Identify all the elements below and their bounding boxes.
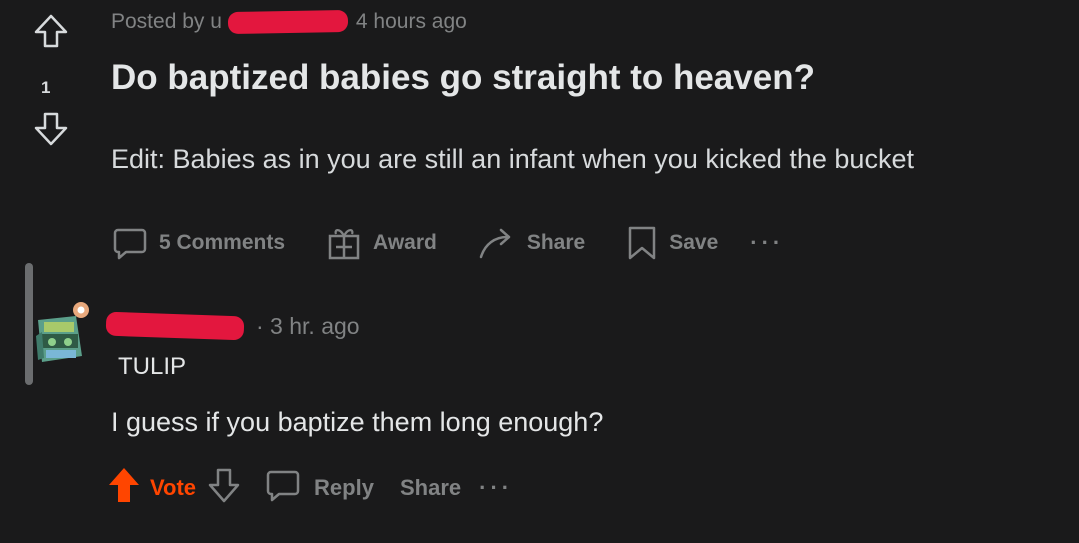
comment-icon — [111, 224, 149, 262]
share-arrow-icon — [477, 224, 517, 262]
save-label: Save — [669, 231, 719, 254]
share-label: Share — [526, 231, 586, 254]
post-meta: Posted by u 4 hours ago — [111, 8, 467, 36]
award-label: Award — [373, 231, 437, 254]
post-score: 1 — [41, 78, 51, 97]
comment-time: · 3 hr. ago — [256, 312, 360, 339]
avatar[interactable] — [32, 296, 94, 368]
username-redaction — [227, 9, 349, 35]
share-button[interactable]: Share — [477, 224, 585, 262]
posted-by-label: Posted by u — [111, 10, 222, 33]
comment-share-button[interactable]: Share — [400, 475, 461, 501]
post-vote-column: 1 — [18, 10, 78, 160]
comment-icon — [264, 466, 302, 510]
share-label: Share — [399, 475, 462, 500]
gift-icon — [325, 224, 363, 262]
post-title[interactable]: Do baptized babies go straight to heaven… — [111, 58, 815, 98]
downvote-arrow-icon[interactable] — [32, 110, 70, 148]
user-flair: TULIP — [118, 353, 187, 380]
reply-label: Reply — [314, 475, 374, 500]
post-body: Edit: Babies as in you are still an infa… — [111, 144, 914, 174]
reply-button[interactable]: Reply — [264, 466, 374, 510]
comments-label: 5 Comments — [159, 231, 286, 254]
upvote-filled-icon[interactable] — [106, 465, 142, 511]
bookmark-icon — [625, 224, 659, 262]
post-time: 4 hours ago — [355, 10, 467, 33]
more-options-icon[interactable]: ··· — [479, 475, 513, 501]
post-action-bar: 5 Comments Award Share Save ··· — [111, 220, 784, 266]
comments-button[interactable]: 5 Comments — [111, 224, 285, 262]
comment-action-bar: Vote Reply Share ··· — [106, 465, 513, 511]
more-options-icon[interactable]: ··· — [750, 230, 784, 256]
downvote-arrow-icon[interactable] — [206, 465, 242, 511]
award-button[interactable]: Award — [325, 224, 437, 262]
comment-body: I guess if you baptize them long enough? — [111, 407, 604, 437]
upvote-arrow-icon[interactable] — [32, 12, 70, 50]
vote-label: Vote — [150, 475, 197, 500]
save-button[interactable]: Save — [625, 224, 718, 262]
username-redaction — [105, 311, 245, 341]
comment-meta: · 3 hr. ago — [105, 308, 360, 344]
